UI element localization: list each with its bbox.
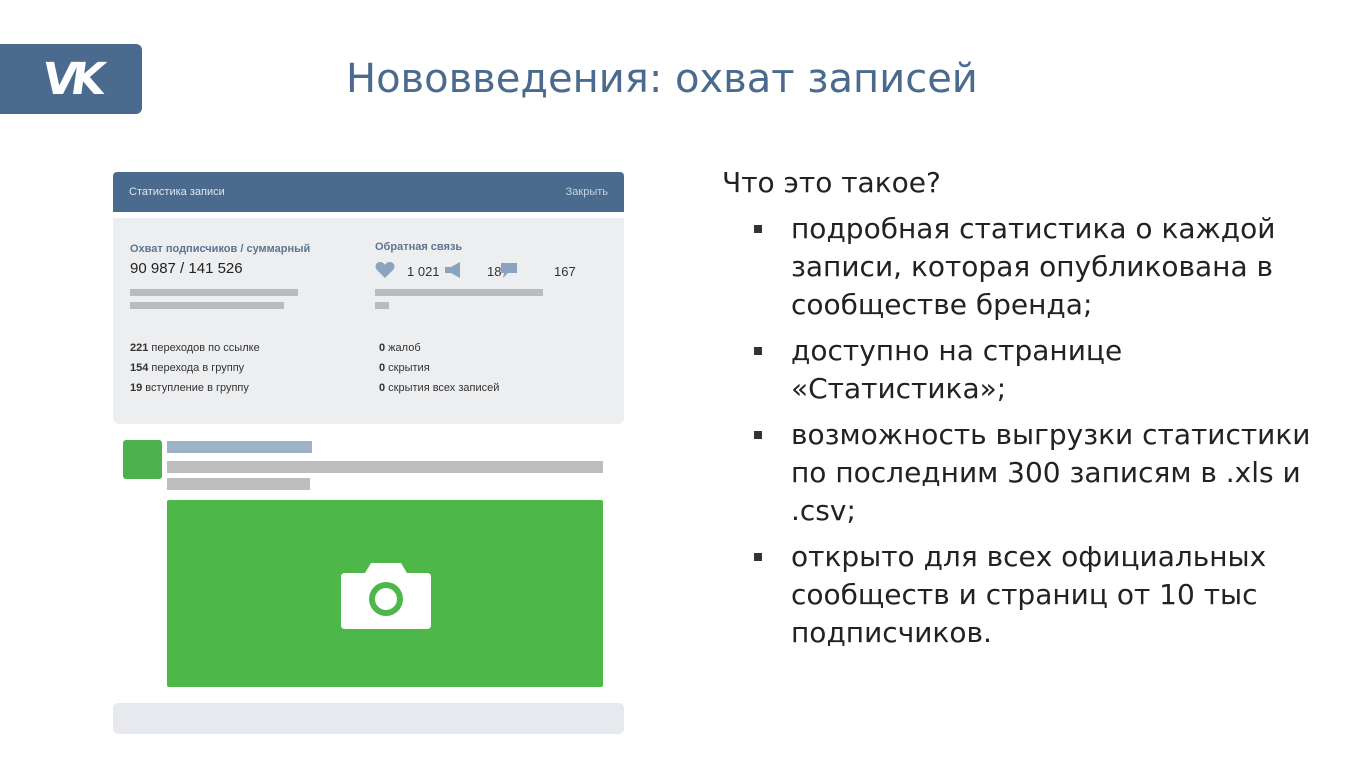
info-bullet: открыто для всех официальных сообществ и… [752,538,1312,652]
info-bullet: доступно на странице «Статистика»; [752,332,1312,408]
heart-icon [375,262,395,278]
bullet-icon [754,225,762,233]
post-photo [167,500,603,687]
feedback-likes: 1 021 [407,264,440,279]
bullet-icon [754,553,762,561]
stat-group-joins: 19 вступление в группу [130,382,249,394]
vk-logo-text: VK [39,53,103,105]
placeholder-bar [130,289,298,296]
info-bullet: подробная статистика о каждой записи, ко… [752,210,1312,324]
camera-icon [341,563,431,629]
placeholder-bar [375,289,543,296]
stat-hides: 0 скрытия [379,362,430,374]
megaphone-icon [445,262,460,278]
stats-dialog-title: Статистика записи [129,186,225,198]
post-text-placeholder [167,478,310,490]
reach-value: 90 987 / 141 526 [130,260,243,277]
info-heading: Что это такое? [722,166,941,199]
vk-logo: VK [0,44,142,114]
feedback-label: Обратная связь [375,241,463,253]
info-bullet-list: подробная статистика о каждой записи, ко… [752,210,1312,660]
stats-dialog-header: Статистика записи Закрыть [113,172,624,212]
reach-label: Охват подписчиков / суммарный [130,243,311,255]
comment-icon [501,263,517,278]
bullet-icon [754,347,762,355]
placeholder-bar [130,302,284,309]
stats-dialog-body: Охват подписчиков / суммарный 90 987 / 1… [113,218,624,424]
post-author-placeholder [167,441,312,453]
stat-group-visits: 154 перехода в группу [130,362,245,374]
placeholder-bar [375,302,389,309]
post-footer-placeholder [113,703,624,734]
avatar [123,440,162,479]
stat-link-clicks: 221 переходов по ссылке [130,342,260,354]
slide-title: Нововведения: охват записей [346,56,978,102]
bullet-icon [754,431,762,439]
feedback-comments: 167 [554,264,576,279]
info-bullet: возможность выгрузки статистики по после… [752,416,1312,530]
stat-hide-all: 0 скрытия всех записей [379,382,500,394]
close-link[interactable]: Закрыть [566,186,608,198]
stat-complaints: 0 жалоб [379,342,421,354]
post-text-placeholder [167,461,603,473]
